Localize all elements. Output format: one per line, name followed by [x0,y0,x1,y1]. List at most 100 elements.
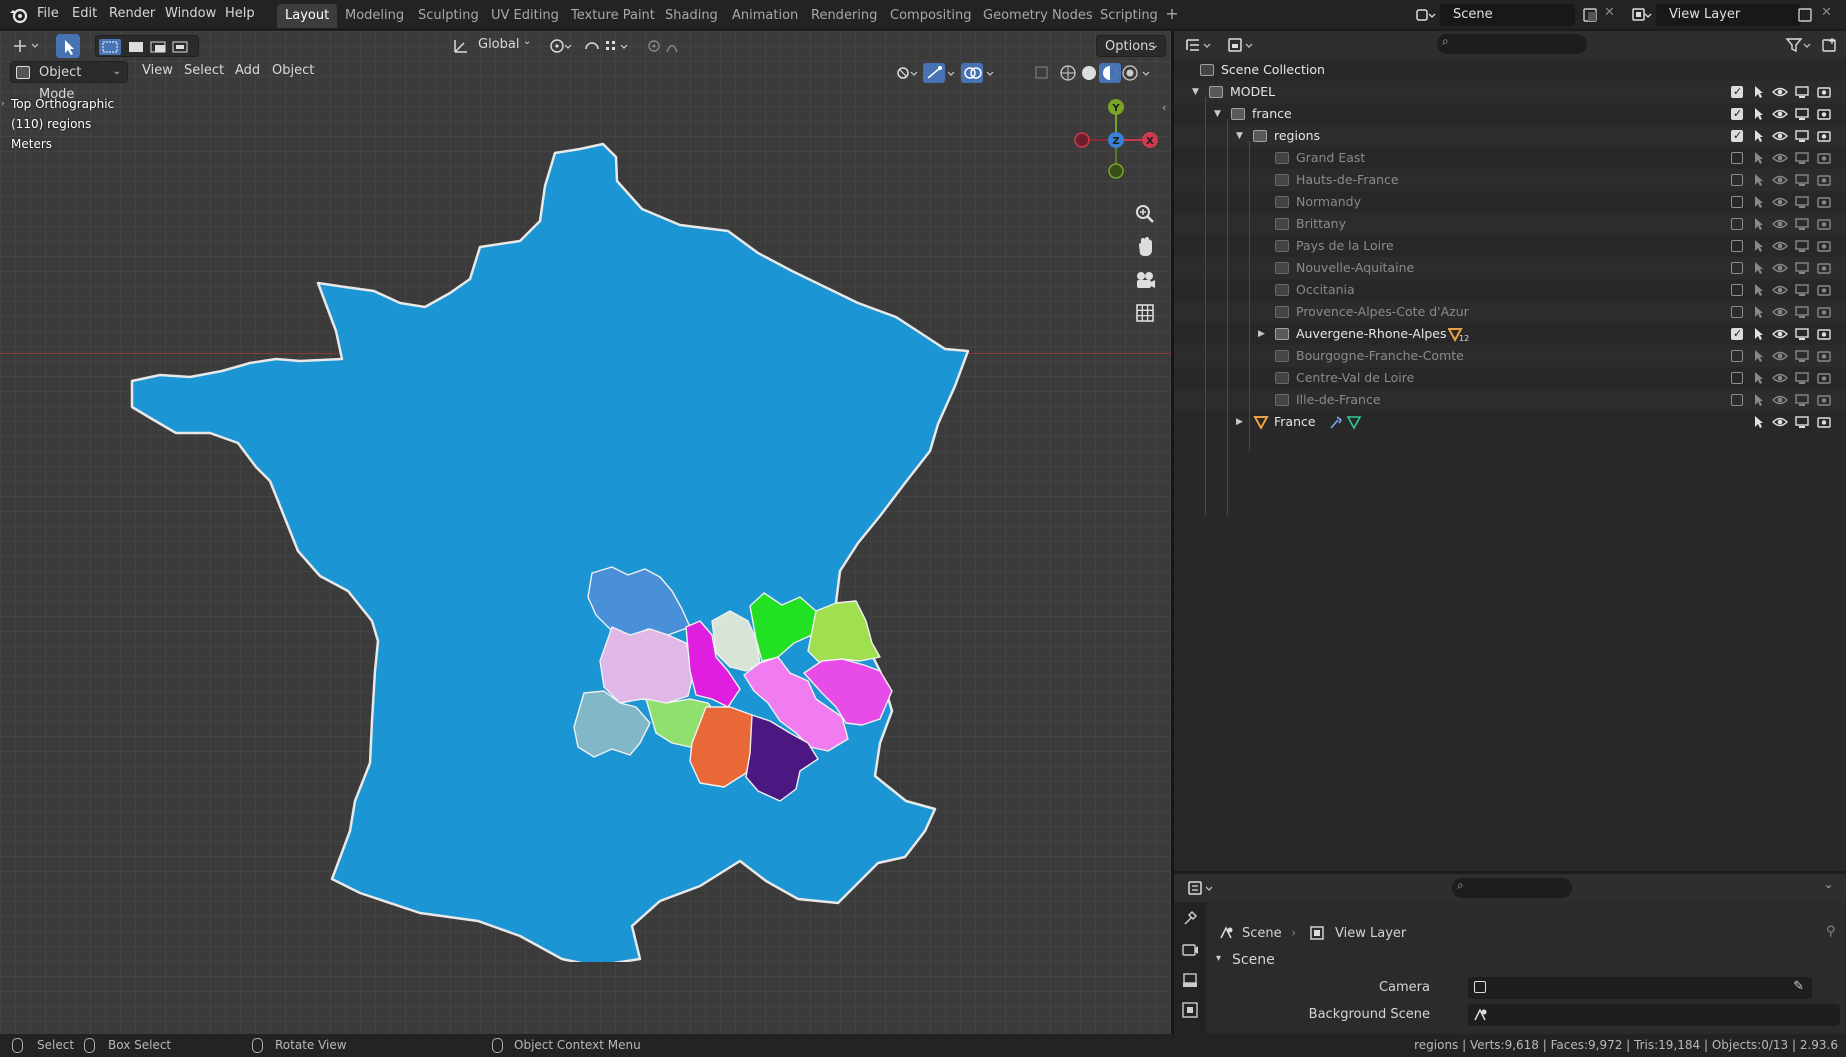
render-camera-icon[interactable] [1816,261,1832,275]
exclude-checkbox[interactable] [1731,262,1743,274]
options-dropdown[interactable]: Options ⌄ [1096,35,1166,57]
render-camera-icon[interactable] [1816,415,1832,429]
transform-orientation-value[interactable]: Global [478,37,519,52]
outliner-item-label[interactable]: Hauts-de-France [1296,169,1399,191]
viewport-monitor-icon[interactable] [1794,349,1810,363]
visibility-eye-icon[interactable] [1772,239,1788,253]
visibility-eye-icon[interactable] [1772,173,1788,187]
selectable-arrow-icon[interactable] [1752,107,1766,121]
output-properties-icon[interactable] [1180,970,1200,990]
collapse-arrow-icon[interactable]: ▶ [1236,411,1243,433]
menu-help[interactable]: Help [225,6,255,21]
outliner-row[interactable]: Pays de la Loire [1174,235,1846,257]
exclude-checkbox[interactable] [1731,174,1743,186]
outliner-row[interactable]: Bourgogne-Franche-Comte [1174,345,1846,367]
expand-arrow-icon[interactable]: ▼ [1214,103,1221,125]
outliner-item-label[interactable]: Pays de la Loire [1296,235,1394,257]
outliner-item-label[interactable]: regions [1274,125,1320,147]
visibility-eye-icon[interactable] [1772,393,1788,407]
viewport-monitor-icon[interactable] [1794,305,1810,319]
render-camera-icon[interactable] [1816,217,1832,231]
scene-selector-icon[interactable] [1414,6,1436,24]
modifier-icons[interactable] [1328,415,1362,431]
menu-file[interactable]: File [37,6,59,21]
outliner-row[interactable]: ▶ France [1174,411,1846,433]
outliner-item-label[interactable]: Grand East [1296,147,1365,169]
outliner-row[interactable]: Centre-Val de Loire [1174,367,1846,389]
background-scene-field[interactable] [1468,1004,1840,1026]
tab-uv-editing[interactable]: UV Editing [483,4,567,28]
render-camera-icon[interactable] [1816,283,1832,297]
outliner-row[interactable]: ▼ regions [1174,125,1846,147]
properties-search-input[interactable]: ⌕ [1452,878,1572,898]
selectable-arrow-icon[interactable] [1752,415,1766,429]
tab-rendering[interactable]: Rendering [803,4,885,28]
expand-arrow-icon[interactable]: ▼ [1192,81,1199,103]
render-camera-icon[interactable] [1816,173,1832,187]
viewport-monitor-icon[interactable] [1794,393,1810,407]
menu-render[interactable]: Render [109,6,155,21]
pivot-point-icon[interactable] [548,37,574,55]
visibility-eye-icon[interactable] [1772,415,1788,429]
outliner-row[interactable]: Ille-de-France [1174,389,1846,411]
tool-settings-icon[interactable] [1180,908,1200,928]
render-camera-icon[interactable] [1816,107,1832,121]
visibility-eye-icon[interactable] [1772,283,1788,297]
3d-viewport[interactable]: Global ⌄ Options ⌄ Object Mode ⌄ View Se… [0,31,1171,1034]
outliner-row[interactable]: Provence-Alpes-Cote d'Azur [1174,301,1846,323]
blender-logo-icon[interactable] [9,6,29,24]
viewport-monitor-icon[interactable] [1794,415,1810,429]
selectable-arrow-icon[interactable] [1752,371,1766,385]
chevron-down-icon[interactable]: ⌄ [1824,878,1833,891]
panel-collapse-icon[interactable]: ▾ [1216,953,1221,964]
viewport-monitor-icon[interactable] [1794,85,1810,99]
viewport-monitor-icon[interactable] [1794,173,1810,187]
outliner-item-label[interactable]: Brittany [1296,213,1346,235]
outliner-row[interactable]: ▼ france [1174,103,1846,125]
outliner-item-label[interactable]: france [1252,103,1292,125]
outliner-row[interactable]: Normandy [1174,191,1846,213]
tab-sculpting[interactable]: Sculpting [410,4,487,28]
scene-panel-title[interactable]: Scene [1232,952,1275,968]
outliner-item-label[interactable]: Provence-Alpes-Cote d'Azur [1296,301,1469,323]
render-camera-icon[interactable] [1816,129,1832,143]
view-layer-name-field[interactable]: View Layer [1656,4,1801,26]
exclude-checkbox[interactable] [1731,394,1743,406]
neg-x-axis-icon[interactable] [1074,132,1090,148]
tab-animation[interactable]: Animation [724,4,806,28]
exclude-checkbox[interactable] [1731,306,1743,318]
outliner-editor-type-icon[interactable] [1184,36,1214,54]
viewport-monitor-icon[interactable] [1794,261,1810,275]
render-camera-icon[interactable] [1816,349,1832,363]
editor-type-icon[interactable] [10,35,44,57]
exclude-checkbox[interactable] [1731,103,1743,125]
tab-compositing[interactable]: Compositing [882,4,980,28]
outliner-item-label[interactable]: France [1274,411,1316,433]
outliner-item-label[interactable]: MODEL [1230,81,1275,103]
render-camera-icon[interactable] [1816,151,1832,165]
pan-hand-icon[interactable] [1130,232,1160,262]
exclude-checkbox[interactable] [1731,218,1743,230]
outliner-row[interactable]: ▶ Auvergene-Rhone-Alpes 12 [1174,323,1846,345]
neg-y-axis-icon[interactable] [1108,163,1124,179]
exclude-checkbox[interactable] [1731,81,1743,103]
select-tool-icon[interactable] [56,34,80,58]
viewport-monitor-icon[interactable] [1794,371,1810,385]
outliner-row[interactable]: ▼ MODEL [1174,81,1846,103]
viewport-monitor-icon[interactable] [1794,239,1810,253]
tab-geometry-nodes[interactable]: Geometry Nodes [975,4,1101,28]
render-camera-icon[interactable] [1816,305,1832,319]
selectable-arrow-icon[interactable] [1752,217,1766,231]
outliner-item-label[interactable]: Ille-de-France [1296,389,1381,411]
view-layer-properties-icon[interactable] [1180,1000,1200,1020]
display-mode-icon[interactable] [1226,36,1256,54]
collapse-arrow-icon[interactable]: ▶ [1258,323,1265,345]
navigation-gizmo[interactable]: Y Z X [1070,93,1170,193]
tab-texture-paint[interactable]: Texture Paint [563,4,663,28]
properties-editor-type-icon[interactable] [1186,879,1216,897]
exclude-checkbox[interactable] [1731,284,1743,296]
grid-toggle-icon[interactable] [1130,298,1160,328]
outliner-row[interactable]: Nouvelle-Aquitaine [1174,257,1846,279]
tab-layout[interactable]: Layout [277,4,338,28]
eyedropper-icon[interactable]: ✎ [1793,979,1804,994]
